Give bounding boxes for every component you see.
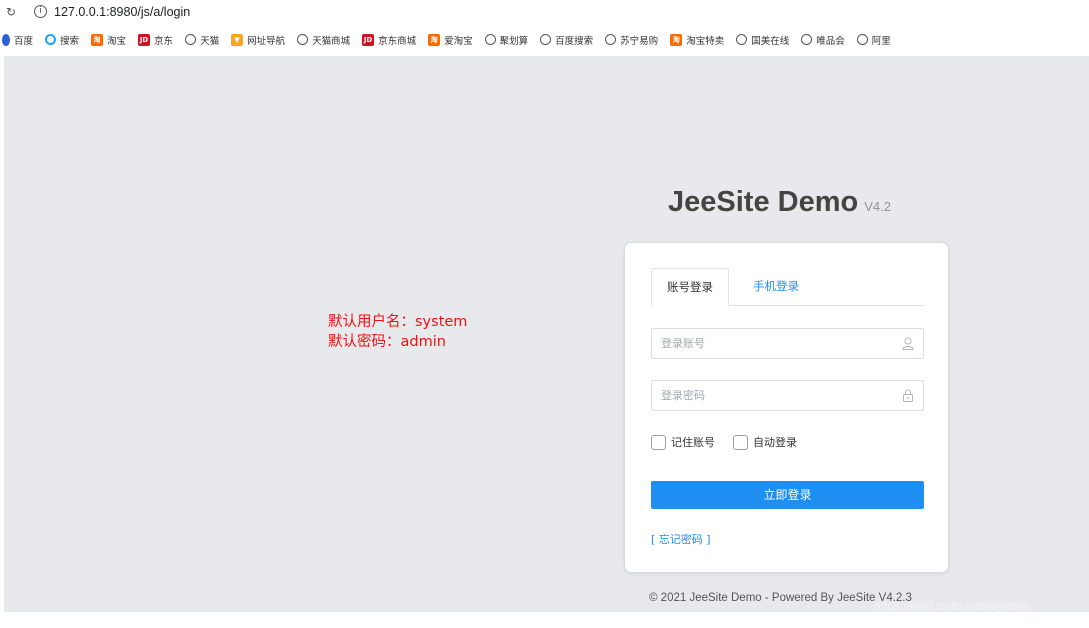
- globe-icon: [736, 34, 748, 45]
- login-button[interactable]: 立即登录: [651, 481, 924, 509]
- globe-icon: [605, 34, 617, 45]
- forgot-password-link[interactable]: [ 忘记密码 ]: [651, 531, 711, 547]
- globe-icon: [801, 34, 813, 45]
- remember-account-checkbox[interactable]: 记住账号: [651, 434, 715, 450]
- jd-icon: JD: [362, 33, 375, 46]
- bookmark-item[interactable]: 百度: [2, 33, 33, 47]
- bookmark-item[interactable]: 唯品会: [801, 33, 845, 47]
- bookmark-item[interactable]: ▼ 网址导航: [231, 33, 285, 47]
- globe-icon: [484, 34, 496, 45]
- watermark-text: https://blog.csdn.net/ouyicmn: [874, 599, 1030, 613]
- auto-login-checkbox[interactable]: 自动登录: [733, 434, 797, 450]
- login-tabs: 账号登录 手机登录: [651, 268, 924, 306]
- bookmark-label: 阿里: [871, 35, 891, 47]
- reload-icon[interactable]: ↻: [4, 5, 18, 19]
- credentials-note: 默认用户名：system 默认密码：admin: [328, 312, 467, 352]
- bookmark-item[interactable]: 聚划算: [484, 33, 529, 47]
- bookmark-item[interactable]: 阿里: [856, 33, 891, 47]
- tab-phone-login[interactable]: 手机登录: [729, 268, 823, 306]
- checkbox-box[interactable]: [651, 434, 666, 450]
- bookmark-label: 京东商城: [378, 35, 417, 47]
- bookmark-item[interactable]: 搜索: [45, 33, 79, 47]
- bookmark-item[interactable]: 天猫商城: [297, 33, 350, 47]
- taobao-icon: 淘: [670, 33, 683, 46]
- bookmark-label: 百度: [14, 35, 34, 47]
- bookmark-item[interactable]: JD 京东商城: [362, 33, 416, 47]
- taobao-icon: 淘: [91, 33, 104, 46]
- search-icon: [45, 34, 57, 45]
- globe-icon: [856, 34, 868, 45]
- username-field[interactable]: [651, 328, 924, 359]
- default-password-note: 默认密码：admin: [328, 334, 446, 350]
- bookmark-label: 聚划算: [499, 35, 529, 47]
- remember-account-label: 记住账号: [671, 436, 715, 449]
- brand-title: JeeSite Demo V4.2: [668, 186, 891, 219]
- lock-icon: [903, 389, 913, 402]
- bookmark-label: 淘宝特卖: [686, 35, 725, 47]
- login-options: 记住账号 自动登录: [651, 434, 815, 450]
- bookmark-label: 网址导航: [247, 35, 286, 47]
- default-username-note: 默认用户名：system: [328, 314, 468, 330]
- bookmark-label: 唯品会: [816, 35, 845, 47]
- auto-login-label: 自动登录: [753, 436, 797, 449]
- bookmark-item[interactable]: JD 京东: [138, 33, 173, 47]
- jd-icon: JD: [138, 33, 151, 46]
- bookmark-label: 京东: [154, 35, 174, 47]
- brand-name: JeeSite Demo: [668, 186, 859, 218]
- login-card: 账号登录 手机登录 记住账号 自动登录 立即登录 [ 忘记密码 ]: [624, 242, 949, 573]
- globe-icon: [297, 34, 309, 45]
- nav-icon: ▼: [231, 33, 244, 46]
- globe-icon: [185, 34, 197, 45]
- bookmarks-bar: 百度 搜索淘淘宝 JD 京东 天猫 ▼ 网址导航 天猫商城 JD 京东商城淘爱淘宝 聚划算 百度搜索苏…: [0, 23, 1089, 56]
- bookmark-item[interactable]: 淘爱淘宝: [428, 33, 473, 47]
- user-icon: [902, 337, 914, 350]
- globe-icon: [540, 34, 552, 45]
- bookmark-label: 国美在线: [751, 35, 790, 47]
- bookmark-label: 淘宝: [107, 35, 127, 47]
- checkbox-box[interactable]: [733, 434, 748, 450]
- password-field[interactable]: [651, 380, 924, 411]
- brand-version: V4.2: [864, 199, 891, 214]
- bookmark-label: 百度搜索: [555, 35, 594, 47]
- password-input[interactable]: [661, 381, 901, 410]
- site-info-icon[interactable]: i: [34, 5, 47, 18]
- bookmark-item[interactable]: 百度搜索: [540, 33, 593, 47]
- footer-copyright: © 2021 JeeSite Demo - Powered By JeeSite…: [649, 592, 912, 604]
- bookmark-item[interactable]: 淘淘宝特卖: [670, 33, 724, 47]
- bookmark-label: 搜索: [60, 35, 80, 47]
- url-text[interactable]: 127.0.0.1:8980/js/a/login: [54, 5, 190, 19]
- bookmark-item[interactable]: 苏宁易购: [605, 33, 658, 47]
- taobao-icon: 淘: [428, 33, 441, 46]
- bookmark-label: 苏宁易购: [620, 35, 659, 47]
- bookmark-item[interactable]: 天猫: [185, 33, 219, 47]
- bookmark-label: 爱淘宝: [444, 35, 473, 47]
- bookmark-label: 天猫商城: [312, 35, 351, 47]
- bookmark-item[interactable]: 国美在线: [736, 33, 789, 47]
- tab-account-login[interactable]: 账号登录: [651, 268, 729, 306]
- bookmark-item[interactable]: 淘淘宝: [91, 33, 126, 47]
- bookmark-label: 天猫: [200, 35, 220, 47]
- baidu-icon: [2, 33, 10, 46]
- username-input[interactable]: [661, 329, 901, 358]
- address-bar: ↻ i 127.0.0.1:8980/js/a/login: [0, 0, 1089, 23]
